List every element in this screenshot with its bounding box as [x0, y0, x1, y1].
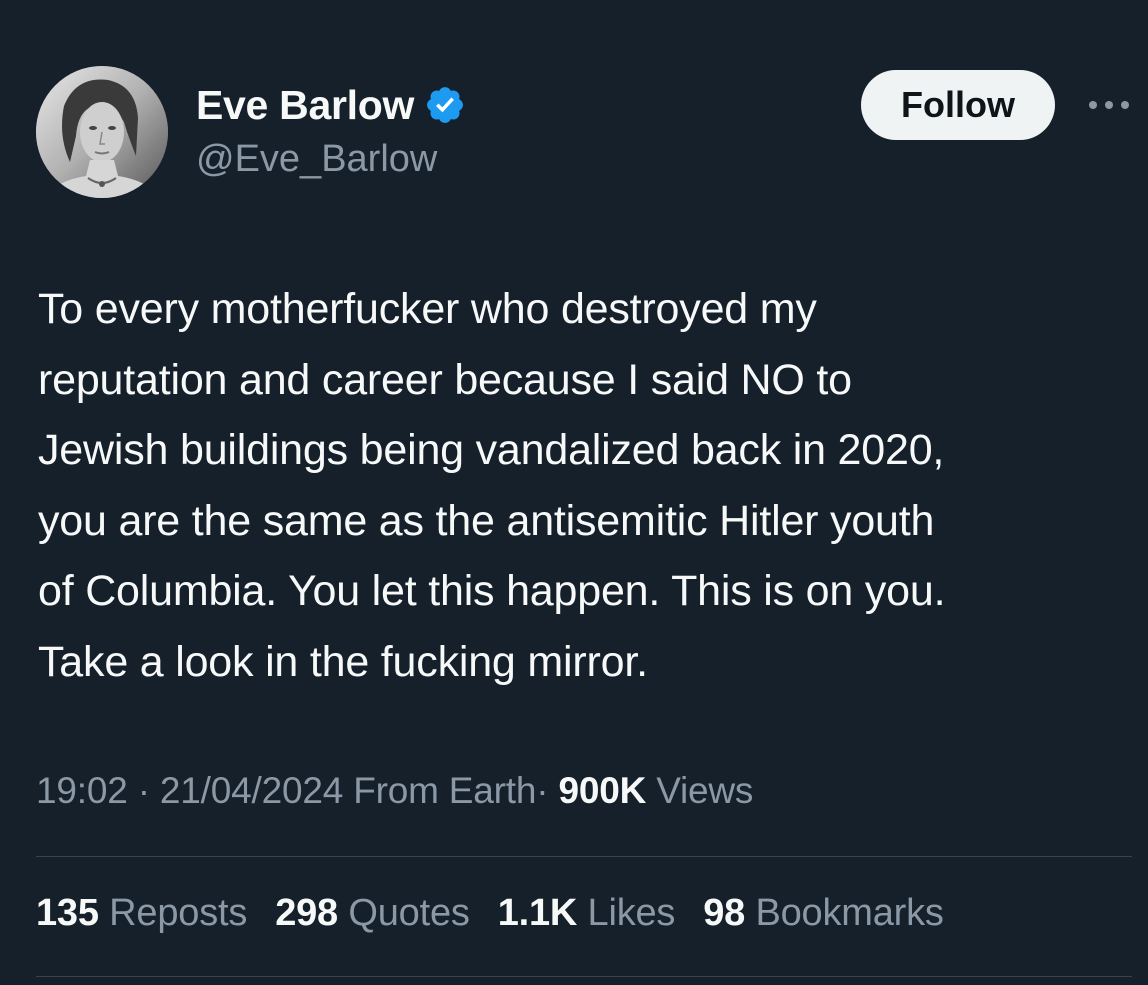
tweet-date[interactable]: 21/04/2024 [160, 770, 343, 811]
divider [36, 976, 1132, 977]
views-label: Views [656, 770, 754, 811]
meta-separator: · [536, 770, 549, 811]
quotes-label: Quotes [348, 892, 470, 934]
reposts-count: 135 [36, 892, 99, 934]
engagement-stats: 135 Reposts 298 Quotes 1.1K Likes 98 Boo… [36, 892, 944, 935]
tweet-source: From Earth [353, 770, 537, 811]
verified-badge-icon[interactable] [424, 84, 466, 126]
avatar-photo [36, 66, 168, 198]
more-options-icon[interactable] [1085, 95, 1133, 115]
avatar[interactable] [36, 66, 168, 198]
bookmarks-stat[interactable]: 98 Bookmarks [703, 892, 944, 935]
tweet-time[interactable]: 19:02 [36, 770, 128, 811]
quotes-stat[interactable]: 298 Quotes [275, 892, 470, 935]
reposts-stat[interactable]: 135 Reposts [36, 892, 247, 935]
views-count: 900K [558, 770, 647, 811]
likes-label: Likes [587, 892, 676, 934]
meta-separator: · [137, 770, 150, 811]
bookmarks-label: Bookmarks [755, 892, 944, 934]
author-handle[interactable]: @Eve_Barlow [196, 138, 437, 181]
tweet: Eve Barlow @Eve_Barlow Follow To every m… [0, 0, 1148, 985]
reposts-label: Reposts [109, 892, 248, 934]
likes-stat[interactable]: 1.1K Likes [498, 892, 676, 935]
follow-button[interactable]: Follow [861, 70, 1055, 140]
bookmarks-count: 98 [703, 892, 746, 934]
quotes-count: 298 [275, 892, 338, 934]
divider [36, 856, 1132, 857]
tweet-text: To every motherfucker who destroyed my r… [38, 285, 946, 686]
likes-count: 1.1K [497, 892, 578, 934]
author-name-row: Eve Barlow [196, 80, 466, 130]
author-display-name[interactable]: Eve Barlow [196, 82, 414, 129]
tweet-meta: 19:02 · 21/04/2024 From Earth· 900K View… [36, 770, 753, 812]
